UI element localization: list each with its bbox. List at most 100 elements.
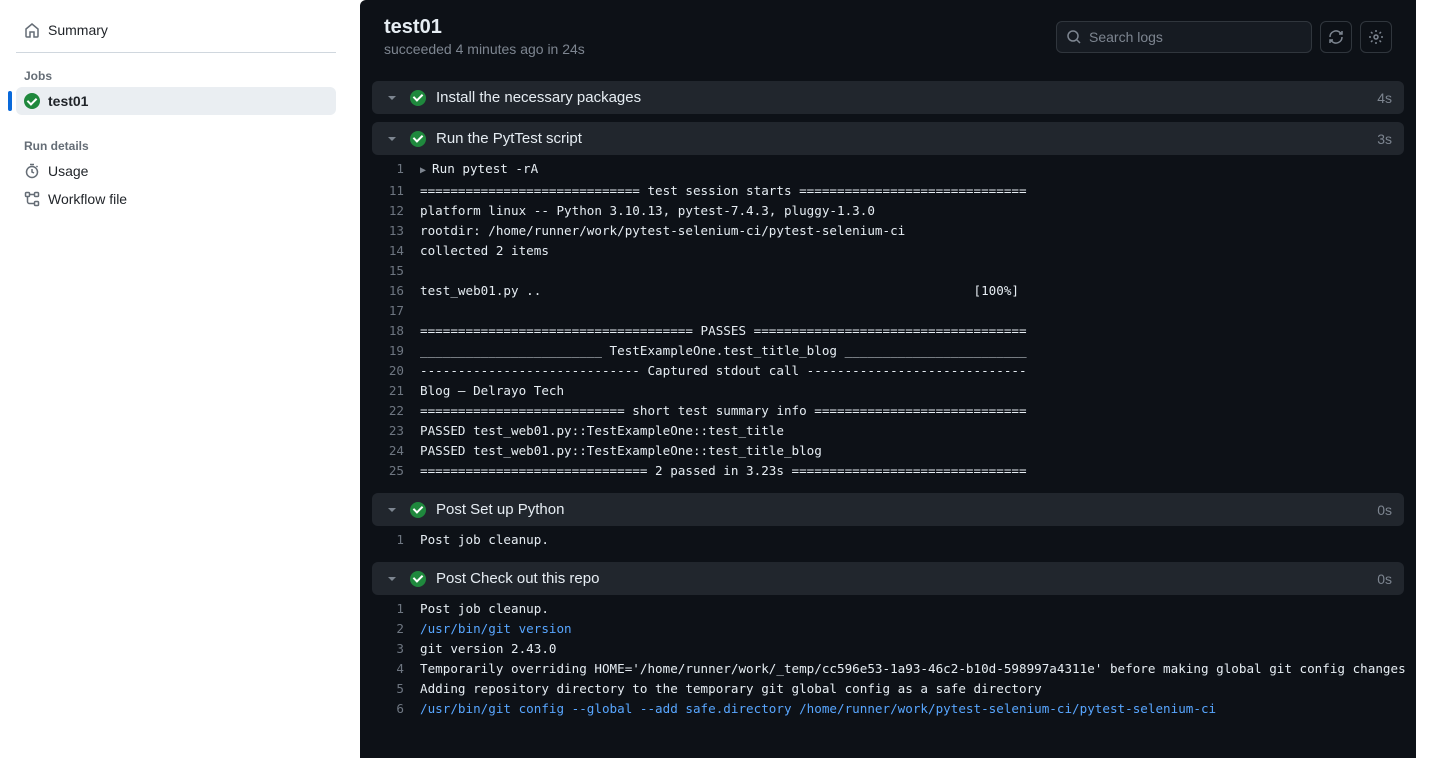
line-content bbox=[420, 261, 1404, 281]
line-number: 14 bbox=[372, 241, 420, 261]
line-content: git version 2.43.0 bbox=[420, 639, 1404, 659]
line-number: 3 bbox=[372, 639, 420, 659]
line-content: /usr/bin/git config --global --add safe.… bbox=[420, 699, 1404, 719]
steps-container: Install the necessary packages4s Run the … bbox=[360, 73, 1416, 758]
line-number: 1 bbox=[372, 599, 420, 619]
step: Install the necessary packages4s bbox=[372, 81, 1404, 114]
log-line: 11============================= test ses… bbox=[372, 181, 1404, 201]
line-content: ________________________ TestExampleOne.… bbox=[420, 341, 1404, 361]
log-line: 19________________________ TestExampleOn… bbox=[372, 341, 1404, 361]
line-content: Blog – Delrayo Tech bbox=[420, 381, 1404, 401]
step-header[interactable]: Post Check out this repo0s bbox=[372, 562, 1404, 595]
log-line: 24PASSED test_web01.py::TestExampleOne::… bbox=[372, 441, 1404, 461]
line-content: ============================= test sessi… bbox=[420, 181, 1404, 201]
chevron-down-icon bbox=[384, 571, 400, 587]
line-number: 21 bbox=[372, 381, 420, 401]
job-title: test01 bbox=[384, 16, 585, 39]
log-line: 25============================== 2 passe… bbox=[372, 461, 1404, 481]
line-number: 16 bbox=[372, 281, 420, 301]
success-icon bbox=[24, 93, 40, 109]
line-number: 13 bbox=[372, 221, 420, 241]
job-subtitle: succeeded 4 minutes ago in 24s bbox=[384, 41, 585, 57]
line-content: ============================== 2 passed … bbox=[420, 461, 1404, 481]
success-icon bbox=[410, 502, 426, 518]
step-header[interactable]: Install the necessary packages4s bbox=[372, 81, 1404, 114]
log-panel: test01 succeeded 4 minutes ago in 24s bbox=[360, 0, 1416, 758]
log-title-block: test01 succeeded 4 minutes ago in 24s bbox=[384, 16, 585, 57]
step-title: Post Set up Python bbox=[436, 501, 1367, 518]
home-icon bbox=[24, 22, 40, 38]
step-header[interactable]: Post Set up Python 0s bbox=[372, 493, 1404, 526]
line-number: 23 bbox=[372, 421, 420, 441]
step: Post Check out this repo0s1Post job clea… bbox=[372, 562, 1404, 723]
success-icon bbox=[410, 131, 426, 147]
rerun-button[interactable] bbox=[1320, 21, 1352, 53]
log-body: 1Post job cleanup.2/usr/bin/git version3… bbox=[372, 595, 1404, 723]
sync-icon bbox=[1328, 29, 1344, 45]
run-details-heading: Run details bbox=[16, 131, 336, 157]
workflow-icon bbox=[24, 191, 40, 207]
line-number: 20 bbox=[372, 361, 420, 381]
log-line: 1Post job cleanup. bbox=[372, 530, 1404, 550]
log-line: 23PASSED test_web01.py::TestExampleOne::… bbox=[372, 421, 1404, 441]
log-line: 20----------------------------- Captured… bbox=[372, 361, 1404, 381]
workflow-file-label: Workflow file bbox=[48, 191, 127, 207]
line-number: 1 bbox=[372, 530, 420, 550]
sidebar-workflow-file[interactable]: Workflow file bbox=[16, 185, 336, 213]
expand-triangle-icon[interactable]: ▶ bbox=[420, 165, 426, 176]
log-line: 22=========================== short test… bbox=[372, 401, 1404, 421]
line-number: 11 bbox=[372, 181, 420, 201]
line-number: 24 bbox=[372, 441, 420, 461]
log-body: 1▶Run pytest -rA11======================… bbox=[372, 155, 1404, 485]
log-line: 2/usr/bin/git version bbox=[372, 619, 1404, 639]
step: Post Set up Python 0s 1Post job cleanup. bbox=[372, 493, 1404, 554]
line-content: ----------------------------- Captured s… bbox=[420, 361, 1404, 381]
step-duration: 0s bbox=[1377, 571, 1392, 587]
line-content: PASSED test_web01.py::TestExampleOne::te… bbox=[420, 441, 1404, 461]
divider bbox=[16, 52, 336, 53]
sidebar-usage[interactable]: Usage bbox=[16, 157, 336, 185]
jobs-heading: Jobs bbox=[16, 61, 336, 87]
log-line: 12platform linux -- Python 3.10.13, pyte… bbox=[372, 201, 1404, 221]
search-icon bbox=[1066, 29, 1082, 45]
line-content: Temporarily overriding HOME='/home/runne… bbox=[420, 659, 1406, 679]
log-line: 3git version 2.43.0 bbox=[372, 639, 1404, 659]
step-header[interactable]: Run the PytTest script3s bbox=[372, 122, 1404, 155]
log-line: 18==================================== P… bbox=[372, 321, 1404, 341]
search-input[interactable] bbox=[1056, 21, 1312, 53]
step-duration: 4s bbox=[1377, 90, 1392, 106]
success-icon bbox=[410, 90, 426, 106]
line-content: /usr/bin/git version bbox=[420, 619, 1404, 639]
line-number: 12 bbox=[372, 201, 420, 221]
log-line: 13rootdir: /home/runner/work/pytest-sele… bbox=[372, 221, 1404, 241]
line-content: collected 2 items bbox=[420, 241, 1404, 261]
chevron-down-icon bbox=[384, 502, 400, 518]
log-line: 17 bbox=[372, 301, 1404, 321]
log-line: 5Adding repository directory to the temp… bbox=[372, 679, 1404, 699]
sidebar-summary[interactable]: Summary bbox=[16, 16, 336, 44]
search-wrap bbox=[1056, 21, 1312, 53]
line-number: 19 bbox=[372, 341, 420, 361]
stopwatch-icon bbox=[24, 163, 40, 179]
step: Run the PytTest script3s1▶Run pytest -rA… bbox=[372, 122, 1404, 485]
line-number: 22 bbox=[372, 401, 420, 421]
log-header: test01 succeeded 4 minutes ago in 24s bbox=[360, 0, 1416, 73]
line-number: 25 bbox=[372, 461, 420, 481]
line-content: Post job cleanup. bbox=[420, 530, 1404, 550]
step-duration: 0s bbox=[1377, 502, 1392, 518]
line-content: PASSED test_web01.py::TestExampleOne::te… bbox=[420, 421, 1404, 441]
line-content: ==================================== PAS… bbox=[420, 321, 1404, 341]
gear-icon bbox=[1368, 29, 1384, 45]
log-controls bbox=[1056, 21, 1392, 53]
sidebar-summary-label: Summary bbox=[48, 22, 108, 38]
success-icon bbox=[410, 571, 426, 587]
line-number: 5 bbox=[372, 679, 420, 699]
line-content: =========================== short test s… bbox=[420, 401, 1404, 421]
sidebar-job-item[interactable]: test01 bbox=[16, 87, 336, 115]
log-line: 14collected 2 items bbox=[372, 241, 1404, 261]
step-title: Run the PytTest script bbox=[436, 130, 1367, 147]
settings-button[interactable] bbox=[1360, 21, 1392, 53]
line-content: Post job cleanup. bbox=[420, 599, 1404, 619]
line-number: 17 bbox=[372, 301, 420, 321]
line-content: platform linux -- Python 3.10.13, pytest… bbox=[420, 201, 1404, 221]
